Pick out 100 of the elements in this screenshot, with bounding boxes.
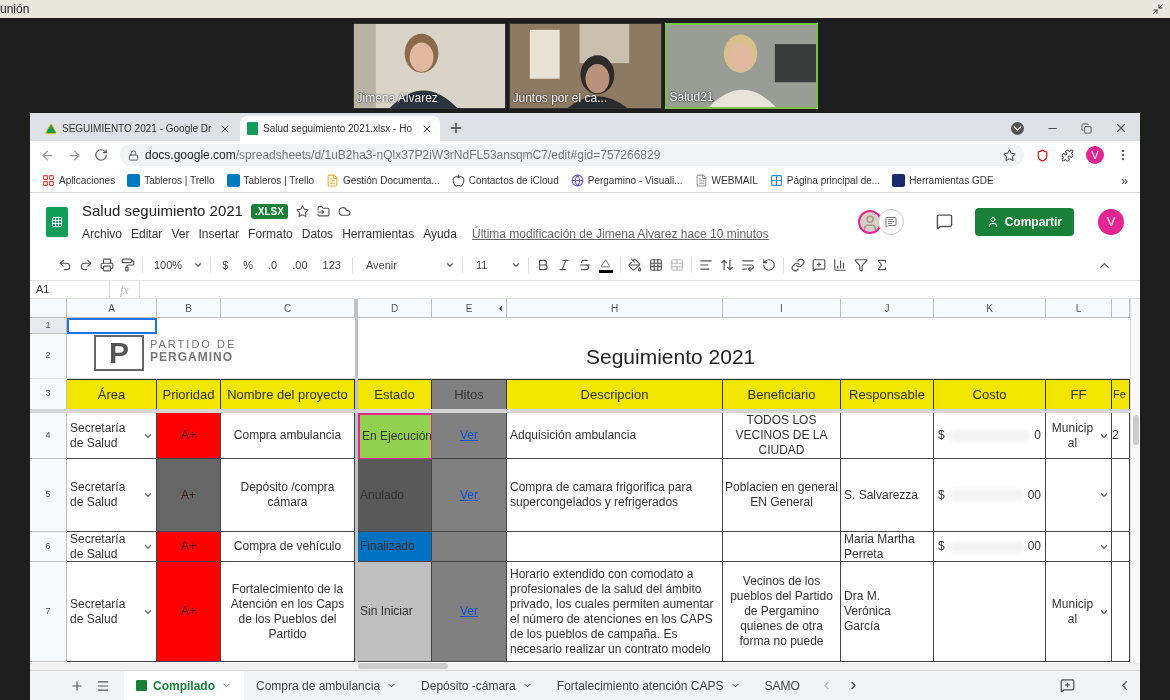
browser-tab[interactable]: Salud seguimiento 2021.xlsx - Ho xyxy=(240,116,440,141)
column-header[interactable]: I xyxy=(723,299,841,317)
back-icon[interactable] xyxy=(40,147,55,163)
bookmark-link[interactable]: Página principal de... xyxy=(786,173,881,188)
add-sheet-icon[interactable] xyxy=(70,678,84,693)
bookmark-link[interactable]: Herramientas GDE xyxy=(909,173,994,188)
menu-item[interactable]: Datos xyxy=(301,225,334,244)
sheet-tab[interactable]: SAMO xyxy=(752,671,812,700)
zoom-select[interactable]: 100% xyxy=(150,256,187,274)
minimize-icon[interactable] xyxy=(1152,3,1164,15)
chart-icon[interactable] xyxy=(832,258,847,272)
menu-item[interactable]: Herramientas xyxy=(342,225,415,244)
bookmark-link[interactable]: Aplicaciones xyxy=(59,173,116,188)
bookmark-link[interactable]: Pergamino - Visuali... xyxy=(587,173,683,188)
menu-item[interactable]: Archivo xyxy=(82,225,122,244)
filter-icon[interactable] xyxy=(853,258,868,272)
share-button[interactable]: Compartir xyxy=(974,207,1074,236)
sheet-tab[interactable]: Compilado xyxy=(124,671,244,700)
menu-item[interactable]: Ver xyxy=(171,225,190,244)
all-sheets-icon[interactable] xyxy=(96,678,110,693)
fill-color-icon[interactable] xyxy=(627,258,642,272)
forward-icon[interactable] xyxy=(67,147,82,163)
percent-format[interactable]: % xyxy=(239,256,258,274)
row-number[interactable]: 5 xyxy=(30,459,67,532)
dropdown-cell[interactable]: Municip al xyxy=(1046,413,1112,459)
hidden-columns-icon[interactable] xyxy=(496,304,505,313)
dropdown-cell[interactable]: Municip al xyxy=(1046,562,1112,662)
dropdown-cell[interactable]: Secretaría de Salud xyxy=(67,532,157,562)
dropdown-cell[interactable]: Secretaría de Salud xyxy=(67,459,157,532)
browser-tab[interactable]: SEGUIMIENTO 2021 - Google Dr xyxy=(38,116,238,141)
dropdown-cell[interactable] xyxy=(1046,459,1112,532)
strikethrough-icon[interactable] xyxy=(577,258,592,272)
bookmark-link[interactable]: WEBMAIL xyxy=(711,173,758,188)
text-color-icon[interactable] xyxy=(598,257,613,273)
collaborator-avatar[interactable] xyxy=(857,209,882,234)
more-bookmarks[interactable]: » xyxy=(1121,171,1128,190)
vertical-align-icon[interactable] xyxy=(719,258,734,272)
currency-format[interactable]: $ xyxy=(218,256,233,274)
merge-cells-icon[interactable] xyxy=(669,258,684,272)
link-icon[interactable] xyxy=(790,258,805,272)
video-tile[interactable]: Juntos por el ca... xyxy=(508,23,662,109)
reload-icon[interactable] xyxy=(94,148,108,162)
align-icon[interactable] xyxy=(698,258,713,272)
column-header[interactable]: D xyxy=(358,299,432,317)
star-icon[interactable] xyxy=(295,204,309,218)
column-header[interactable]: B xyxy=(157,299,221,317)
explore-icon[interactable] xyxy=(1060,678,1075,693)
wrap-text-icon[interactable] xyxy=(740,258,755,272)
number-format-select[interactable]: 123 xyxy=(318,256,345,274)
column-header[interactable]: E xyxy=(432,299,507,317)
comment-icon[interactable] xyxy=(811,258,826,272)
row-number[interactable]: 7 xyxy=(30,562,67,662)
bookmark-link[interactable]: Gestión Documenta... xyxy=(342,173,440,188)
address-bar[interactable]: docs.google.com/spreadsheets/d/1uB2ha3-nQlx37P2iW3rNdFL53ansqmC7/edit#gid=757266829 xyxy=(120,144,1024,166)
new-tab-icon[interactable] xyxy=(448,120,464,136)
dropdown-cell[interactable] xyxy=(1046,532,1112,562)
column-header[interactable]: H xyxy=(507,299,723,317)
document-title[interactable]: Salud seguimiento 2021 xyxy=(82,199,243,223)
row-number[interactable]: 3 xyxy=(30,379,67,409)
profile-avatar[interactable]: V xyxy=(1086,146,1104,164)
shield-icon[interactable] xyxy=(1036,148,1049,162)
column-header[interactable]: L xyxy=(1046,299,1112,317)
sheet-tab[interactable]: Depósito -cámara xyxy=(409,671,545,700)
extensions-icon[interactable] xyxy=(1061,148,1074,162)
decrease-decimals[interactable]: .0 xyxy=(264,256,282,274)
bookmark-link[interactable]: Contactos de iCloud xyxy=(468,173,559,188)
column-header[interactable]: J xyxy=(841,299,934,317)
row-number[interactable]: 4 xyxy=(30,413,67,459)
menu-item[interactable]: Editar xyxy=(131,225,163,244)
video-tile[interactable]: Jimena Alvarez xyxy=(352,23,506,109)
dropdown-cell[interactable]: Secretaría de Salud xyxy=(67,562,157,662)
borders-icon[interactable] xyxy=(648,258,663,272)
dropdown-cell[interactable]: Secretaría de Salud xyxy=(67,413,157,459)
move-icon[interactable] xyxy=(316,204,330,218)
font-select[interactable]: Avenir xyxy=(359,256,438,274)
menu-item[interactable]: Insertar xyxy=(198,225,240,244)
font-size-select[interactable]: 11 xyxy=(469,256,504,274)
row-number[interactable]: 2 xyxy=(30,334,66,378)
italic-icon[interactable] xyxy=(556,258,571,272)
undo-icon[interactable] xyxy=(58,258,72,272)
row-number[interactable]: 6 xyxy=(30,532,67,562)
tab-search-icon[interactable] xyxy=(1011,121,1024,135)
column-header[interactable]: K xyxy=(934,299,1046,317)
text-rotation-icon[interactable] xyxy=(761,258,776,272)
horizontal-scrollbar[interactable] xyxy=(358,663,448,669)
name-box[interactable]: A1 xyxy=(30,281,110,298)
sheet-tab[interactable]: Compra de ambulancia xyxy=(244,671,410,700)
print-icon[interactable] xyxy=(100,258,114,272)
comments-icon[interactable] xyxy=(935,213,953,230)
restore-icon[interactable] xyxy=(1081,122,1092,134)
bookmark-link[interactable]: Tableros | Trello xyxy=(144,173,215,188)
bookmark-link[interactable]: Tableros | Trello xyxy=(243,173,314,188)
last-edit-link[interactable]: Última modificación de Jimena Alvarez hace 10 minutos xyxy=(471,225,769,244)
vertical-scrollbar[interactable] xyxy=(1130,299,1140,663)
menu-item[interactable]: Formato xyxy=(248,225,293,244)
row-number[interactable]: 1 xyxy=(30,318,66,334)
menu-item[interactable]: Ayuda xyxy=(423,225,457,244)
paint-format-icon[interactable] xyxy=(121,258,135,272)
column-header[interactable]: A xyxy=(67,299,157,317)
star-icon[interactable] xyxy=(1003,148,1016,162)
